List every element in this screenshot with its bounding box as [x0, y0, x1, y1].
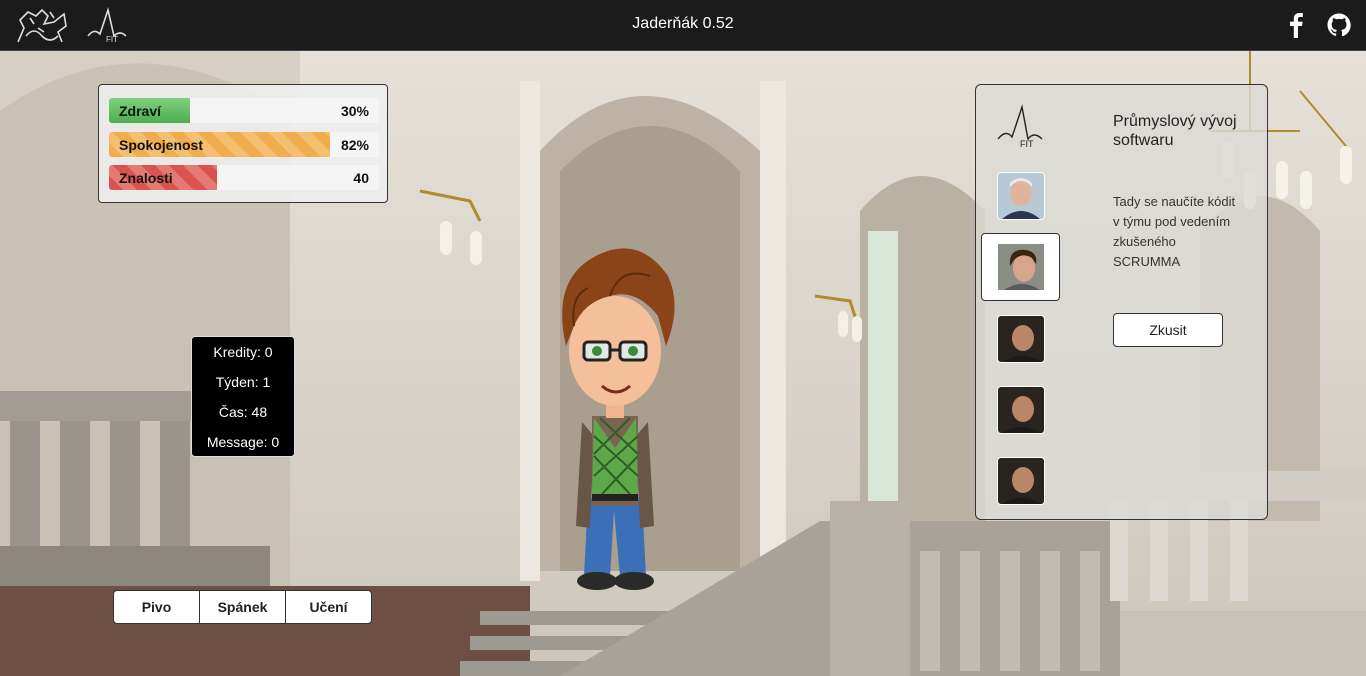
github-icon[interactable]: [1327, 13, 1351, 37]
subject-panel: FIT Průmyslový vývoj softwaru Tady se na…: [975, 84, 1268, 520]
health-label: Zdraví: [119, 103, 162, 119]
facebook-icon[interactable]: [1286, 12, 1304, 38]
fit-logo-small: FIT: [997, 104, 1043, 149]
top-bar: FIT Jaderňák 0.52: [0, 0, 1366, 51]
svg-text:FIT: FIT: [1020, 139, 1034, 149]
satisfaction-label: Spokojenost: [119, 137, 204, 153]
satisfaction-bar: Spokojenost 82%: [109, 132, 379, 157]
message-text: Message: 0: [206, 434, 280, 450]
time-text: Čas: 48: [218, 404, 268, 420]
action-button-group: Pivo Spánek Učení: [113, 590, 372, 624]
subject-title: Průmyslový vývoj softwaru: [1113, 113, 1237, 149]
beer-button[interactable]: Pivo: [113, 590, 200, 624]
subject-description: Tady se naučíte kódit v týmu pod vedením…: [1113, 194, 1236, 269]
teacher-avatar-1[interactable]: [997, 172, 1045, 220]
knowledge-value: 40: [353, 170, 369, 186]
teacher-avatar-2-selected[interactable]: [981, 233, 1060, 301]
status-info-box: Kredity: 0 Týden: 1 Čas: 48 Message: 0: [191, 336, 295, 457]
satisfaction-value: 82%: [340, 137, 369, 153]
teacher-avatar-4[interactable]: [997, 386, 1045, 434]
health-value: 30%: [340, 103, 369, 119]
study-button[interactable]: Učení: [285, 590, 372, 624]
teacher-avatar-3[interactable]: [997, 315, 1045, 363]
stats-panel: Zdraví 30% Spokojenost 82% Znalosti 40: [98, 84, 388, 203]
student-character: [562, 248, 675, 590]
teacher-avatar-5[interactable]: [997, 457, 1045, 505]
try-button[interactable]: Zkusit: [1113, 313, 1223, 347]
svg-text:FIT: FIT: [106, 35, 118, 44]
week-text: Týden: 1: [215, 374, 271, 390]
credits-text: Kredity: 0: [213, 344, 273, 360]
knowledge-bar: Znalosti 40: [109, 165, 379, 190]
sleep-button[interactable]: Spánek: [199, 590, 286, 624]
app-title: Jaderňák 0.52: [632, 15, 734, 32]
health-bar: Zdraví 30%: [109, 98, 379, 123]
knowledge-label: Znalosti: [119, 170, 173, 186]
